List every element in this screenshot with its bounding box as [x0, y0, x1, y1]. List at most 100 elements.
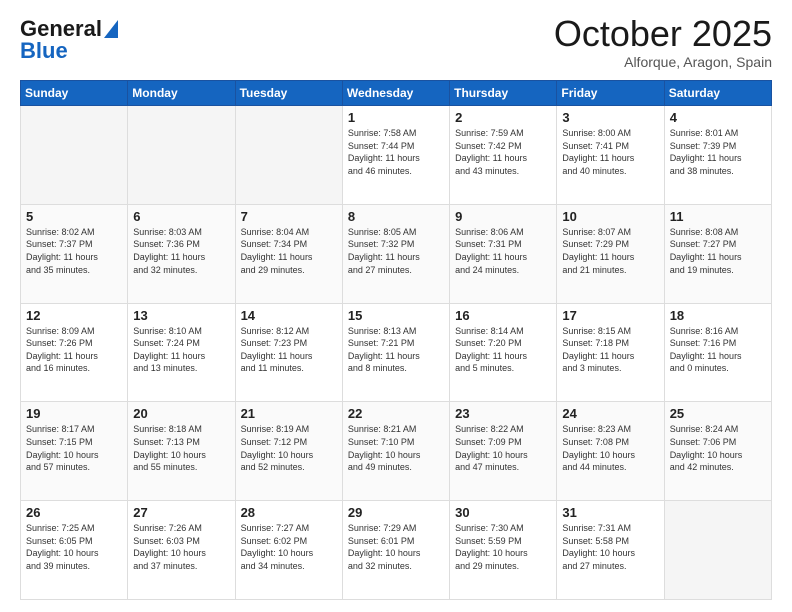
- day-number: 26: [26, 505, 122, 520]
- day-number: 7: [241, 209, 337, 224]
- day-number: 30: [455, 505, 551, 520]
- day-number: 22: [348, 406, 444, 421]
- calendar-table: SundayMondayTuesdayWednesdayThursdayFrid…: [20, 80, 772, 600]
- logo: General Blue: [20, 16, 118, 64]
- day-number: 23: [455, 406, 551, 421]
- calendar-header-row: SundayMondayTuesdayWednesdayThursdayFrid…: [21, 81, 772, 106]
- day-number: 21: [241, 406, 337, 421]
- calendar-cell: 18 Sunrise: 8:16 AM Sunset: 7:16 PM Dayli…: [664, 303, 771, 402]
- day-info: Sunrise: 8:06 AM Sunset: 7:31 PM Dayligh…: [455, 226, 551, 276]
- logo-triangle-icon: [104, 20, 118, 38]
- calendar-cell: 12 Sunrise: 8:09 AM Sunset: 7:26 PM Dayli…: [21, 303, 128, 402]
- day-info: Sunrise: 8:12 AM Sunset: 7:23 PM Dayligh…: [241, 325, 337, 375]
- day-info: Sunrise: 8:01 AM Sunset: 7:39 PM Dayligh…: [670, 127, 766, 177]
- day-info: Sunrise: 8:10 AM Sunset: 7:24 PM Dayligh…: [133, 325, 229, 375]
- header: General Blue October 2025 Alforque, Arag…: [20, 16, 772, 70]
- day-number: 11: [670, 209, 766, 224]
- day-info: Sunrise: 8:21 AM Sunset: 7:10 PM Dayligh…: [348, 423, 444, 473]
- day-number: 19: [26, 406, 122, 421]
- day-info: Sunrise: 8:24 AM Sunset: 7:06 PM Dayligh…: [670, 423, 766, 473]
- day-info: Sunrise: 8:17 AM Sunset: 7:15 PM Dayligh…: [26, 423, 122, 473]
- calendar-cell: [128, 106, 235, 205]
- day-number: 5: [26, 209, 122, 224]
- calendar-cell: 25 Sunrise: 8:24 AM Sunset: 7:06 PM Dayli…: [664, 402, 771, 501]
- calendar-cell: 24Sunrise: 8:23 AM Sunset: 7:08 PM Dayli…: [557, 402, 664, 501]
- calendar-cell: 30Sunrise: 7:30 AM Sunset: 5:59 PM Dayli…: [450, 501, 557, 600]
- day-number: 10: [562, 209, 658, 224]
- day-number: 27: [133, 505, 229, 520]
- day-info: Sunrise: 8:15 AM Sunset: 7:18 PM Dayligh…: [562, 325, 658, 375]
- calendar-week-row: 26 Sunrise: 7:25 AM Sunset: 6:05 PM Dayli…: [21, 501, 772, 600]
- day-number: 3: [562, 110, 658, 125]
- day-number: 28: [241, 505, 337, 520]
- calendar-header-sunday: Sunday: [21, 81, 128, 106]
- calendar-cell: 2 Sunrise: 7:59 AM Sunset: 7:42 PM Daylig…: [450, 106, 557, 205]
- calendar-cell: 4Sunrise: 8:01 AM Sunset: 7:39 PM Daylig…: [664, 106, 771, 205]
- day-info: Sunrise: 8:18 AM Sunset: 7:13 PM Dayligh…: [133, 423, 229, 473]
- calendar-week-row: 12 Sunrise: 8:09 AM Sunset: 7:26 PM Dayli…: [21, 303, 772, 402]
- calendar-cell: 22 Sunrise: 8:21 AM Sunset: 7:10 PM Dayli…: [342, 402, 449, 501]
- calendar-cell: 19 Sunrise: 8:17 AM Sunset: 7:15 PM Dayli…: [21, 402, 128, 501]
- calendar-cell: 31 Sunrise: 7:31 AM Sunset: 5:58 PM Dayli…: [557, 501, 664, 600]
- calendar-header-wednesday: Wednesday: [342, 81, 449, 106]
- day-number: 1: [348, 110, 444, 125]
- day-number: 13: [133, 308, 229, 323]
- day-info: Sunrise: 8:04 AM Sunset: 7:34 PM Dayligh…: [241, 226, 337, 276]
- calendar-cell: 7 Sunrise: 8:04 AM Sunset: 7:34 PM Daylig…: [235, 204, 342, 303]
- calendar-cell: 21 Sunrise: 8:19 AM Sunset: 7:12 PM Dayli…: [235, 402, 342, 501]
- calendar-cell: 9 Sunrise: 8:06 AM Sunset: 7:31 PM Daylig…: [450, 204, 557, 303]
- day-info: Sunrise: 8:07 AM Sunset: 7:29 PM Dayligh…: [562, 226, 658, 276]
- logo-blue: Blue: [20, 38, 68, 64]
- calendar-header-tuesday: Tuesday: [235, 81, 342, 106]
- calendar-cell: 28 Sunrise: 7:27 AM Sunset: 6:02 PM Dayli…: [235, 501, 342, 600]
- calendar-cell: 26 Sunrise: 7:25 AM Sunset: 6:05 PM Dayli…: [21, 501, 128, 600]
- day-number: 9: [455, 209, 551, 224]
- day-number: 12: [26, 308, 122, 323]
- day-number: 18: [670, 308, 766, 323]
- day-info: Sunrise: 8:22 AM Sunset: 7:09 PM Dayligh…: [455, 423, 551, 473]
- calendar-week-row: 19 Sunrise: 8:17 AM Sunset: 7:15 PM Dayli…: [21, 402, 772, 501]
- day-info: Sunrise: 7:25 AM Sunset: 6:05 PM Dayligh…: [26, 522, 122, 572]
- calendar-header-thursday: Thursday: [450, 81, 557, 106]
- day-info: Sunrise: 8:05 AM Sunset: 7:32 PM Dayligh…: [348, 226, 444, 276]
- calendar-cell: 16Sunrise: 8:14 AM Sunset: 7:20 PM Dayli…: [450, 303, 557, 402]
- day-info: Sunrise: 8:16 AM Sunset: 7:16 PM Dayligh…: [670, 325, 766, 375]
- calendar-cell: 3 Sunrise: 8:00 AM Sunset: 7:41 PM Daylig…: [557, 106, 664, 205]
- day-info: Sunrise: 7:59 AM Sunset: 7:42 PM Dayligh…: [455, 127, 551, 177]
- calendar-week-row: 1Sunrise: 7:58 AM Sunset: 7:44 PM Daylig…: [21, 106, 772, 205]
- day-info: Sunrise: 8:23 AM Sunset: 7:08 PM Dayligh…: [562, 423, 658, 473]
- day-info: Sunrise: 7:29 AM Sunset: 6:01 PM Dayligh…: [348, 522, 444, 572]
- calendar-week-row: 5 Sunrise: 8:02 AM Sunset: 7:37 PM Daylig…: [21, 204, 772, 303]
- day-info: Sunrise: 8:13 AM Sunset: 7:21 PM Dayligh…: [348, 325, 444, 375]
- day-number: 29: [348, 505, 444, 520]
- day-number: 6: [133, 209, 229, 224]
- calendar-cell: 8 Sunrise: 8:05 AM Sunset: 7:32 PM Daylig…: [342, 204, 449, 303]
- title-section: October 2025 Alforque, Aragon, Spain: [554, 16, 772, 70]
- calendar-cell: 11 Sunrise: 8:08 AM Sunset: 7:27 PM Dayli…: [664, 204, 771, 303]
- calendar-header-monday: Monday: [128, 81, 235, 106]
- calendar-cell: 15Sunrise: 8:13 AM Sunset: 7:21 PM Dayli…: [342, 303, 449, 402]
- day-info: Sunrise: 7:27 AM Sunset: 6:02 PM Dayligh…: [241, 522, 337, 572]
- calendar-cell: [664, 501, 771, 600]
- day-info: Sunrise: 8:09 AM Sunset: 7:26 PM Dayligh…: [26, 325, 122, 375]
- calendar-cell: 20Sunrise: 8:18 AM Sunset: 7:13 PM Dayli…: [128, 402, 235, 501]
- day-number: 17: [562, 308, 658, 323]
- calendar-cell: [21, 106, 128, 205]
- day-info: Sunrise: 7:26 AM Sunset: 6:03 PM Dayligh…: [133, 522, 229, 572]
- day-info: Sunrise: 7:31 AM Sunset: 5:58 PM Dayligh…: [562, 522, 658, 572]
- day-number: 25: [670, 406, 766, 421]
- day-number: 2: [455, 110, 551, 125]
- calendar-header-friday: Friday: [557, 81, 664, 106]
- day-number: 8: [348, 209, 444, 224]
- day-info: Sunrise: 8:08 AM Sunset: 7:27 PM Dayligh…: [670, 226, 766, 276]
- day-info: Sunrise: 8:03 AM Sunset: 7:36 PM Dayligh…: [133, 226, 229, 276]
- calendar-cell: 10 Sunrise: 8:07 AM Sunset: 7:29 PM Dayli…: [557, 204, 664, 303]
- calendar-cell: 27 Sunrise: 7:26 AM Sunset: 6:03 PM Dayli…: [128, 501, 235, 600]
- calendar-cell: 17 Sunrise: 8:15 AM Sunset: 7:18 PM Dayli…: [557, 303, 664, 402]
- month-title: October 2025: [554, 16, 772, 52]
- day-info: Sunrise: 8:19 AM Sunset: 7:12 PM Dayligh…: [241, 423, 337, 473]
- day-number: 31: [562, 505, 658, 520]
- day-info: Sunrise: 8:00 AM Sunset: 7:41 PM Dayligh…: [562, 127, 658, 177]
- location-subtitle: Alforque, Aragon, Spain: [554, 54, 772, 70]
- day-info: Sunrise: 8:02 AM Sunset: 7:37 PM Dayligh…: [26, 226, 122, 276]
